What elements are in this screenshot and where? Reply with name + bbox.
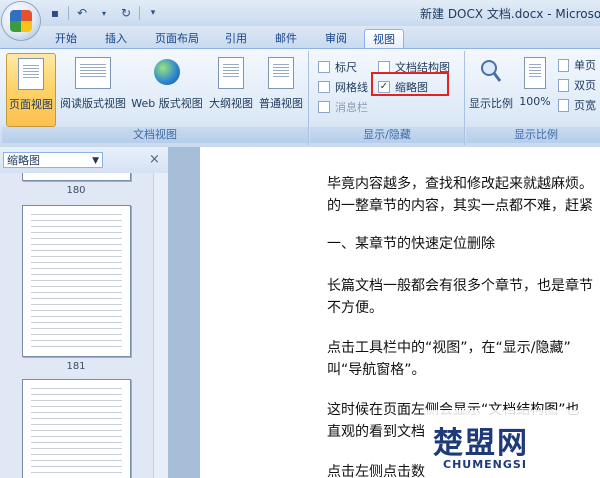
page-thumbnail[interactable] (22, 173, 131, 181)
paragraph-line: 的一整章节的内容，其实一点都不难，赶紧 (327, 198, 593, 214)
one-page-icon (558, 58, 569, 72)
message-bar-checkbox-box[interactable] (318, 101, 330, 113)
office-logo-icon (10, 10, 32, 32)
document-views-group-label: 文档视图 (2, 127, 308, 143)
gridlines-checkbox[interactable]: 网格线 (318, 79, 368, 95)
title-bar: ▪ ↶ ▾ ↻ ▾ 新建 DOCX 文档.docx - Microsoft (0, 0, 600, 26)
zoom-button[interactable]: 显示比例 (468, 53, 514, 125)
tab-home[interactable]: 开始 (48, 29, 84, 48)
page-width-button[interactable]: 页宽 (558, 97, 596, 113)
one-page-label: 单页 (574, 59, 596, 72)
paragraph-line: 点击左侧点击数 (327, 464, 425, 478)
thumbnail-list[interactable]: 180 181 (0, 173, 152, 478)
two-pages-label: 双页 (574, 79, 596, 92)
ruler-label: 标尺 (335, 61, 357, 74)
watermark-text: 楚盟网 (433, 426, 529, 461)
outline-label: 大纲视图 (209, 97, 253, 110)
save-icon[interactable]: ▪ (46, 4, 64, 22)
web-layout-button[interactable]: Web 版式视图 (130, 53, 204, 125)
message-bar-checkbox[interactable]: 消息栏 (318, 99, 368, 115)
watermark-logo: 楚盟网 CHUMENGSI (425, 410, 600, 478)
page-width-icon (558, 98, 569, 112)
two-pages-button[interactable]: 双页 (558, 77, 596, 93)
outline-icon (218, 57, 244, 89)
group-document-views: 页面视图 阅读版式视图 Web 版式视图 大纲视图 普通视图 文档视图 (2, 51, 309, 145)
quick-access-toolbar: ▪ ↶ ▾ ↻ ▾ (46, 4, 162, 22)
watermark-subtext: CHUMENGSI (443, 458, 527, 471)
tab-view[interactable]: 视图 (364, 29, 404, 49)
message-bar-label: 消息栏 (335, 101, 368, 114)
highlight-box (371, 72, 449, 96)
window-title: 新建 DOCX 文档.docx - Microsoft (420, 7, 600, 21)
tab-insert[interactable]: 插入 (98, 29, 134, 48)
zoom-group-label: 显示比例 (466, 127, 600, 143)
web-layout-icon (154, 59, 180, 85)
nav-pane-scrollbar[interactable] (153, 173, 168, 478)
two-pages-icon (558, 78, 569, 92)
tab-mailings[interactable]: 邮件 (268, 29, 304, 48)
group-show-hide: 标尺 网格线 消息栏 文档结构图 ✓ 缩略图 显示/隐藏 (310, 51, 465, 145)
draft-label: 普通视图 (259, 97, 303, 110)
qat-separator (68, 6, 69, 20)
page-thumbnail[interactable] (22, 205, 131, 357)
draft-icon (268, 57, 294, 89)
full-screen-reading-icon (75, 57, 111, 89)
page-number: 180 (66, 185, 86, 196)
customize-icon[interactable]: ▾ (144, 4, 162, 22)
full-screen-reading-button[interactable]: 阅读版式视图 (58, 53, 128, 125)
paragraph-line: 点击工具栏中的“视图”，在“显示/隐藏” (327, 340, 571, 356)
thumbnail-text-lines (31, 214, 122, 348)
gridlines-label: 网格线 (335, 81, 368, 94)
nav-pane-header: 缩略图 ▼ × (0, 147, 168, 173)
magnifier-icon (479, 57, 503, 87)
undo-icon[interactable]: ↶ (73, 4, 91, 22)
print-layout-button[interactable]: 页面视图 (6, 53, 56, 127)
draft-button[interactable]: 普通视图 (256, 53, 306, 125)
navigation-pane: 缩略图 ▼ × 180 181 (0, 147, 169, 478)
chevron-down-icon[interactable]: ▼ (92, 153, 99, 169)
ruler-checkbox[interactable]: 标尺 (318, 59, 357, 75)
paragraph-line: 不方便。 (327, 300, 383, 316)
section-heading: 一、某章节的快速定位删除 (327, 236, 495, 252)
page-width-label: 页宽 (574, 99, 596, 112)
zoom-100-icon (524, 57, 546, 89)
print-layout-icon (18, 58, 44, 90)
gridlines-checkbox-box[interactable] (318, 81, 330, 93)
group-zoom: 显示比例 100% 单页 双页 页宽 显示比例 (466, 51, 600, 145)
outline-button[interactable]: 大纲视图 (206, 53, 256, 125)
qat-separator (139, 6, 140, 20)
full-screen-reading-label: 阅读版式视图 (60, 97, 126, 110)
print-layout-label: 页面视图 (9, 98, 53, 111)
ruler-checkbox-box[interactable] (318, 61, 330, 73)
tab-references[interactable]: 引用 (218, 29, 254, 48)
web-layout-label: Web 版式视图 (131, 97, 203, 110)
nav-pane-selector-value: 缩略图 (7, 154, 40, 167)
office-button[interactable] (2, 2, 40, 40)
page-number: 181 (66, 361, 86, 372)
tab-review[interactable]: 审阅 (318, 29, 354, 48)
tab-page-layout[interactable]: 页面布局 (148, 29, 206, 48)
ribbon: 页面视图 阅读版式视图 Web 版式视图 大纲视图 普通视图 文档视图 标尺 网… (0, 48, 600, 148)
redo-icon[interactable]: ↻ (117, 4, 135, 22)
document-background (168, 147, 200, 478)
page-thumbnail[interactable] (22, 379, 131, 478)
undo-dropdown-icon[interactable]: ▾ (95, 4, 113, 22)
zoom-100-label: 100% (519, 95, 551, 108)
paragraph-line: 毕竟内容越多，查找和修改起来就越麻烦。 (327, 176, 593, 192)
paragraph-line: 长篇文档一般都会有很多个章节，也是章节 (327, 278, 593, 294)
zoom-label: 显示比例 (469, 97, 513, 110)
nav-pane-selector[interactable]: 缩略图 ▼ (3, 152, 103, 168)
one-page-button[interactable]: 单页 (558, 57, 596, 73)
ribbon-tabs: 开始 插入 页面布局 引用 邮件 审阅 视图 (0, 26, 600, 49)
paragraph-line: 直观的看到文档 (327, 424, 425, 440)
show-hide-group-label: 显示/隐藏 (310, 127, 464, 143)
close-icon[interactable]: × (149, 152, 160, 167)
thumbnail-text-lines (31, 388, 122, 478)
paragraph-line: 叫“导航窗格”。 (327, 362, 426, 378)
zoom-100-button[interactable]: 100% (516, 53, 554, 125)
